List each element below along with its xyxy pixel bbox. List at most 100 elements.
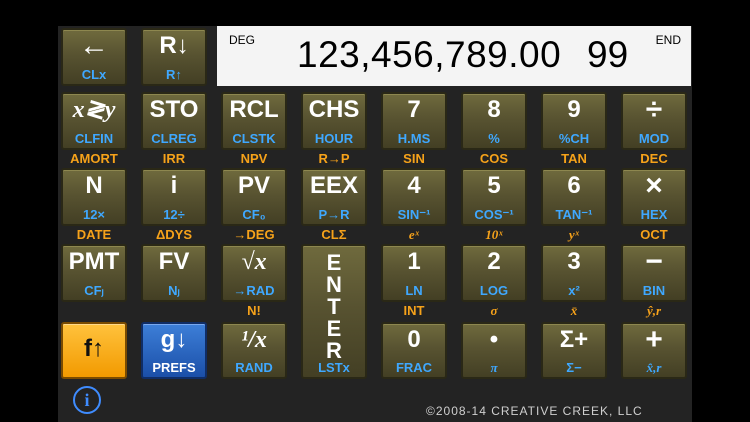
frac-label: FRAC — [395, 360, 433, 375]
clx-key[interactable]: ← CLx — [61, 28, 127, 86]
digit-6: 6 — [567, 172, 581, 199]
roll-up-label: R↑ — [166, 67, 182, 82]
atan-label: TAN⁻¹ — [555, 207, 593, 222]
begin-end-indicator: END — [655, 33, 681, 47]
display-value: 123,456,789.00 — [297, 34, 562, 75]
irr-label: IRR — [162, 151, 186, 166]
plus-key[interactable]: + x̂,r — [621, 322, 687, 379]
log-label: LOG — [479, 283, 509, 298]
key-5[interactable]: 5 COS⁻¹ — [461, 168, 527, 226]
mean-label: x̄ — [570, 303, 578, 318]
delta-days-label: ΔDYS — [155, 227, 193, 242]
sto-label: STO — [149, 96, 199, 123]
digit-2: 2 — [487, 248, 501, 275]
tan-label: TAN — [561, 151, 587, 166]
exp-label: eˣ — [408, 227, 420, 242]
decimal-point-key[interactable]: • π — [461, 322, 527, 379]
mod-label: MOD — [638, 131, 670, 146]
key-9[interactable]: 9 %CH — [541, 92, 607, 150]
sigma-plus-key[interactable]: Σ+ Σ− — [541, 322, 607, 379]
sigma-minus-label: Σ− — [566, 360, 582, 375]
date-label: DATE — [76, 227, 112, 242]
g-shift-key[interactable]: g↓ PREFS — [141, 322, 207, 379]
swap-xy-key[interactable]: x≷y CLFIN — [61, 92, 127, 150]
sto-key[interactable]: STO CLREG — [141, 92, 207, 150]
fv-key[interactable]: FV Nⱼ — [141, 244, 207, 302]
n-label: N — [85, 172, 103, 199]
n-key[interactable]: N 12× — [61, 168, 127, 226]
decimal-point-icon: • — [489, 326, 499, 353]
i-key[interactable]: i 12÷ — [141, 168, 207, 226]
ln-label: LN — [405, 283, 423, 298]
int-label: INT — [403, 303, 425, 318]
cf0-label: CF₀ — [242, 207, 266, 222]
key-4[interactable]: 4 SIN⁻¹ — [381, 168, 447, 226]
key-0[interactable]: 0 FRAC — [381, 322, 447, 379]
digit-4: 4 — [407, 172, 421, 199]
copyright-text: ©2008-14 CREATIVE CREEK, LLC — [426, 404, 643, 418]
multiply-key[interactable]: × HEX — [621, 168, 687, 226]
multiply-icon: × — [645, 169, 663, 202]
enter-key[interactable]: E N T E R LSTx — [301, 244, 367, 379]
pv-key[interactable]: PV CF₀ — [221, 168, 287, 226]
key-6[interactable]: 6 TAN⁻¹ — [541, 168, 607, 226]
reciprocal-key[interactable]: ¹/x RAND — [221, 322, 287, 379]
digit-7: 7 — [407, 96, 421, 123]
digit-5: 5 — [487, 172, 501, 199]
roll-down-key[interactable]: R↓ R↑ — [141, 28, 207, 86]
to-rad-label: →RAD — [233, 283, 275, 298]
p-to-r-label: P→R — [318, 207, 350, 222]
cos-label: COS — [479, 151, 509, 166]
factorial-label: N! — [247, 303, 261, 318]
eex-label: EEX — [309, 172, 359, 199]
enter-letter: E — [326, 250, 342, 275]
x-hat-label: x̂,r — [646, 360, 662, 375]
r-to-p-label: R→P — [318, 151, 350, 166]
amort-label: AMORT — [70, 151, 118, 166]
times-12-label: 12× — [82, 207, 106, 222]
asin-label: SIN⁻¹ — [397, 207, 431, 222]
clstk-label: CLSTK — [232, 131, 276, 146]
digit-0: 0 — [407, 326, 421, 353]
display-counter: 99 — [587, 34, 629, 75]
hex-label: HEX — [640, 207, 668, 222]
clreg-label: CLREG — [151, 131, 197, 146]
digit-3: 3 — [567, 248, 581, 275]
minus-icon: − — [645, 245, 663, 278]
divide-key[interactable]: ÷ MOD — [621, 92, 687, 150]
minus-key[interactable]: − BIN — [621, 244, 687, 302]
enter-letter: E — [326, 316, 342, 341]
roll-down-label: R↓ — [159, 32, 189, 59]
key-7[interactable]: 7 H.MS — [381, 92, 447, 150]
fv-label: FV — [158, 248, 190, 275]
eex-key[interactable]: EEX P→R — [301, 168, 367, 226]
chs-key[interactable]: CHS HOUR — [301, 92, 367, 150]
rcl-key[interactable]: RCL CLSTK — [221, 92, 287, 150]
info-icon[interactable]: i — [73, 386, 101, 414]
sigma-plus-label: Σ+ — [559, 326, 589, 353]
pv-label: PV — [237, 172, 270, 199]
pmt-key[interactable]: PMT CFⱼ — [61, 244, 127, 302]
rand-label: RAND — [235, 360, 273, 375]
nj-label: Nⱼ — [168, 283, 180, 298]
to-deg-label: →DEG — [233, 227, 275, 242]
sqrt-key[interactable]: √x →RAD — [221, 244, 287, 302]
npv-label: NPV — [240, 151, 268, 166]
hms-label: H.MS — [397, 131, 431, 146]
sigma-std-label: σ — [490, 303, 498, 318]
key-1[interactable]: 1 LN — [381, 244, 447, 302]
key-2[interactable]: 2 LOG — [461, 244, 527, 302]
digit-8: 8 — [487, 96, 501, 123]
hour-label: HOUR — [314, 131, 354, 146]
angle-mode-indicator: DEG — [229, 33, 256, 47]
digit-9: 9 — [567, 96, 581, 123]
percent-label: % — [488, 131, 500, 146]
key-8[interactable]: 8 % — [461, 92, 527, 150]
key-3[interactable]: 3 x² — [541, 244, 607, 302]
bin-label: BIN — [642, 283, 666, 298]
pi-label: π — [490, 360, 498, 375]
digit-1: 1 — [407, 248, 421, 275]
dec-label: DEC — [640, 151, 668, 166]
f-shift-key[interactable]: f↑ — [61, 322, 127, 379]
lastx-label: LSTx — [318, 360, 350, 375]
